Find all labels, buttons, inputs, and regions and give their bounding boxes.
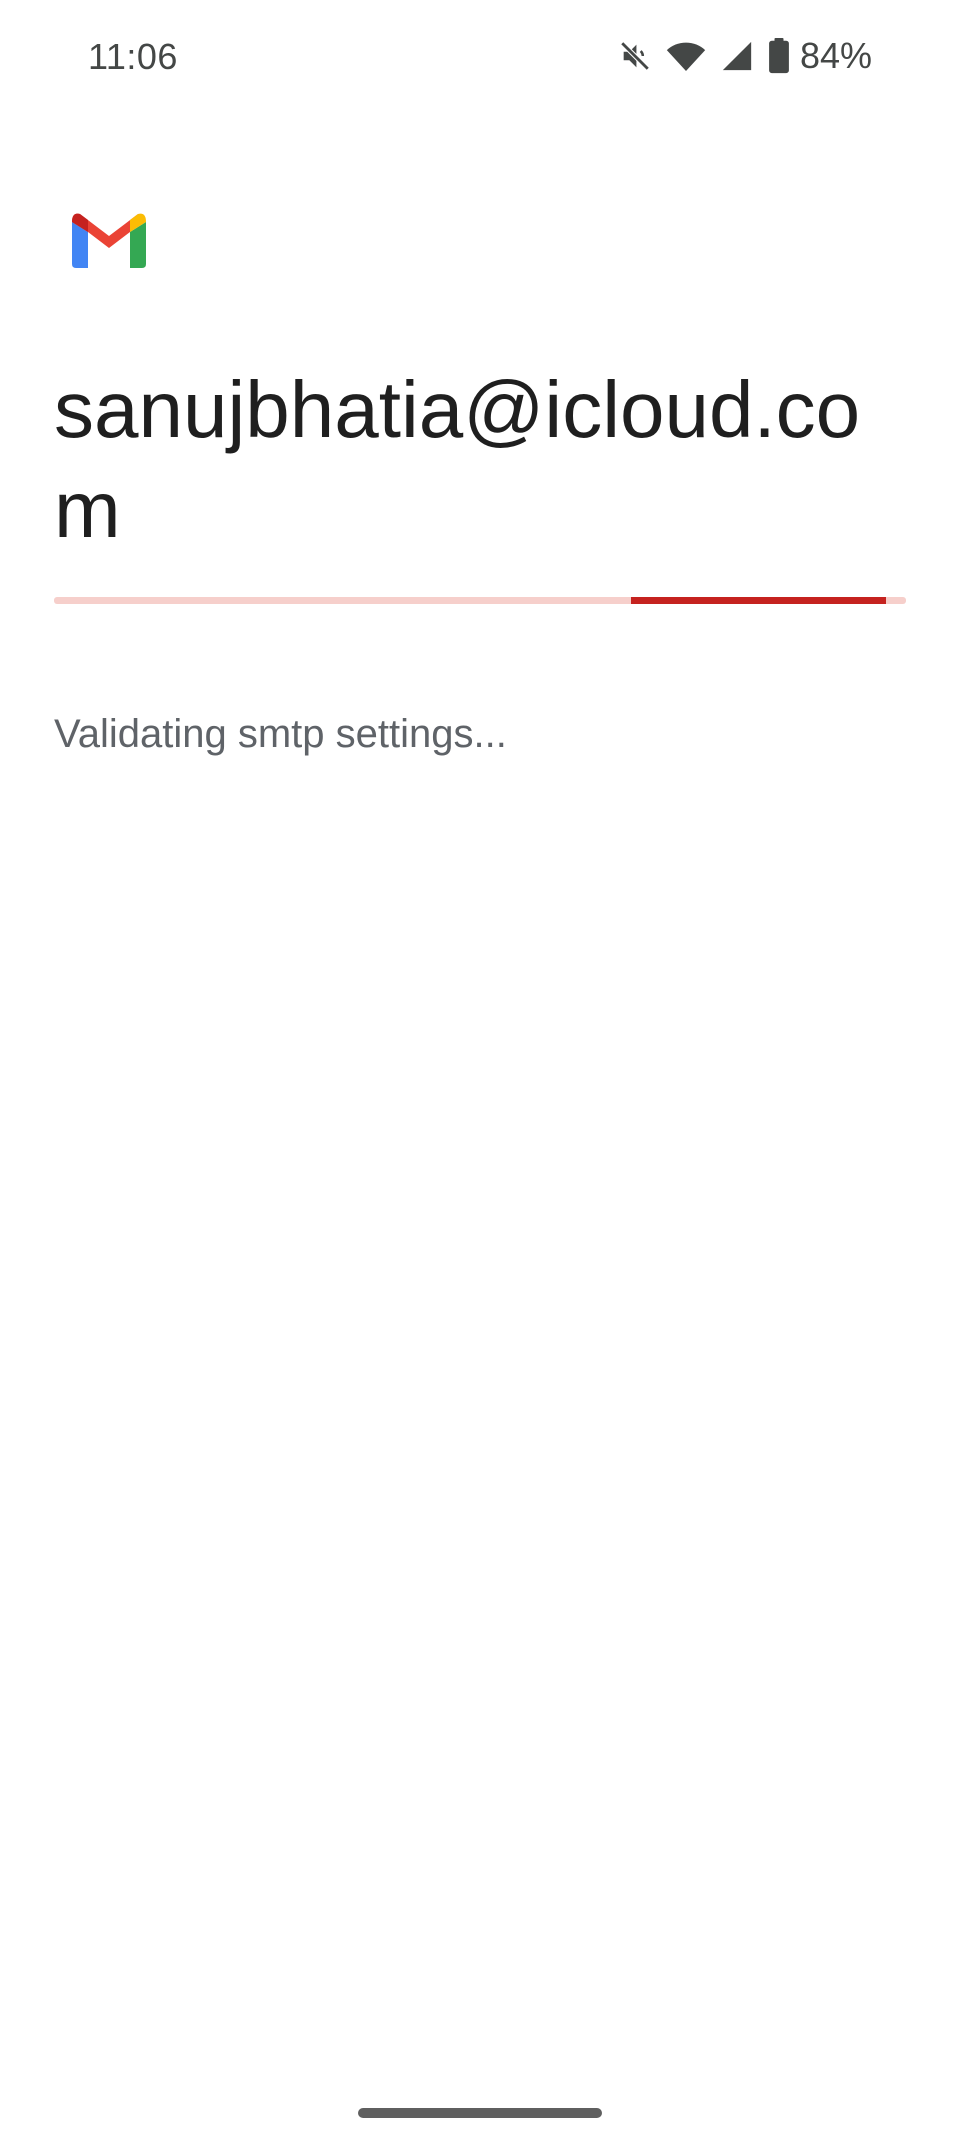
battery-percent: 84% <box>799 35 872 76</box>
home-indicator[interactable] <box>358 2108 602 2118</box>
status-icons: 84% <box>618 34 872 78</box>
progress-indicator <box>630 597 887 604</box>
signal-icon <box>720 39 754 73</box>
status-message: Validating smtp settings... <box>54 712 507 756</box>
gmail-logo-icon <box>72 210 146 270</box>
mute-icon <box>618 39 652 73</box>
status-bar: 11:06 84% <box>0 0 960 120</box>
progress-bar <box>54 597 906 604</box>
wifi-icon <box>666 39 706 73</box>
account-email: sanujbhatia@icloud.com <box>54 365 861 554</box>
status-time: 11:06 <box>88 36 178 77</box>
battery-icon <box>768 38 790 74</box>
